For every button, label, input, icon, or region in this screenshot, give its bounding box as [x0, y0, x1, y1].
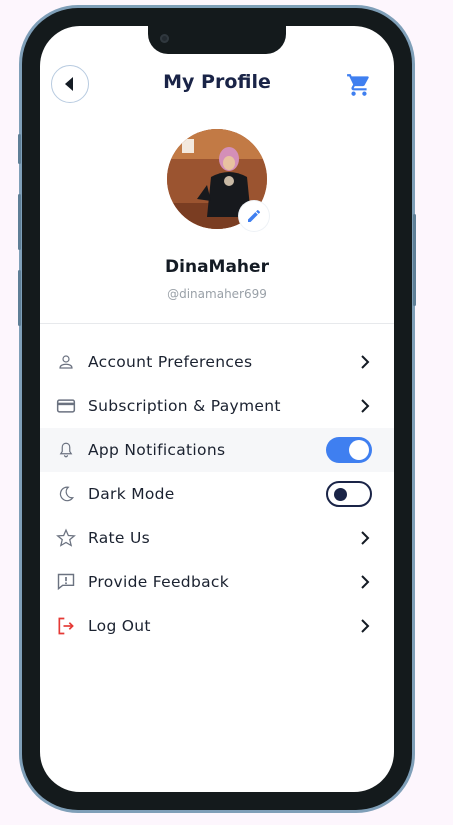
volume-down-button [18, 270, 21, 326]
feedback-icon [56, 572, 76, 592]
menu-item-rate-us[interactable]: Rate Us [40, 516, 394, 560]
menu-item-label: Log Out [88, 617, 151, 635]
star-icon [56, 528, 76, 548]
menu-item-label: Provide Feedback [88, 573, 229, 591]
cart-button[interactable] [346, 72, 372, 102]
menu-item-account-preferences[interactable]: Account Preferences [40, 340, 394, 384]
chevron-right-icon [358, 619, 372, 633]
menu-item-log-out[interactable]: Log Out [40, 604, 394, 648]
notch [148, 26, 286, 54]
notifications-toggle[interactable] [326, 437, 372, 463]
menu-item-dark-mode[interactable]: Dark Mode [40, 472, 394, 516]
chevron-right-icon [358, 399, 372, 413]
mute-switch [18, 134, 21, 164]
bell-icon [56, 440, 76, 460]
chevron-right-icon [358, 355, 372, 369]
page-title: My Profile [163, 71, 271, 93]
menu-item-label: Account Preferences [88, 353, 253, 371]
shopping-cart-icon [347, 74, 369, 96]
menu-item-app-notifications[interactable]: App Notifications [40, 428, 394, 472]
moon-icon [56, 484, 76, 504]
chevron-right-icon [358, 531, 372, 545]
person-icon [56, 352, 76, 372]
edit-avatar-button[interactable] [239, 201, 269, 231]
camera [160, 34, 169, 43]
pencil-icon [248, 209, 261, 222]
menu-item-label: Dark Mode [88, 485, 175, 503]
menu-item-label: Subscription & Payment [88, 397, 281, 415]
dark-mode-toggle[interactable] [326, 481, 372, 507]
menu-item-label: App Notifications [88, 441, 226, 459]
logout-icon [56, 616, 76, 636]
screen: My Profile DinaMaher @dinamaher699 Accou… [40, 26, 394, 792]
volume-up-button [18, 194, 21, 250]
profile-handle: @dinamaher699 [167, 287, 267, 301]
phone-frame: My Profile DinaMaher @dinamaher699 Accou… [18, 8, 416, 810]
power-button [413, 214, 416, 306]
chevron-right-icon [358, 575, 372, 589]
settings-menu: Account Preferences Subscription & Payme… [40, 340, 394, 648]
menu-item-label: Rate Us [88, 529, 150, 547]
menu-item-subscription-payment[interactable]: Subscription & Payment [40, 384, 394, 428]
profile-name: DinaMaher [165, 257, 269, 277]
toggle-knob [349, 440, 369, 460]
divider [40, 323, 394, 324]
credit-card-icon [56, 396, 76, 416]
toggle-knob [334, 488, 347, 501]
menu-item-provide-feedback[interactable]: Provide Feedback [40, 560, 394, 604]
